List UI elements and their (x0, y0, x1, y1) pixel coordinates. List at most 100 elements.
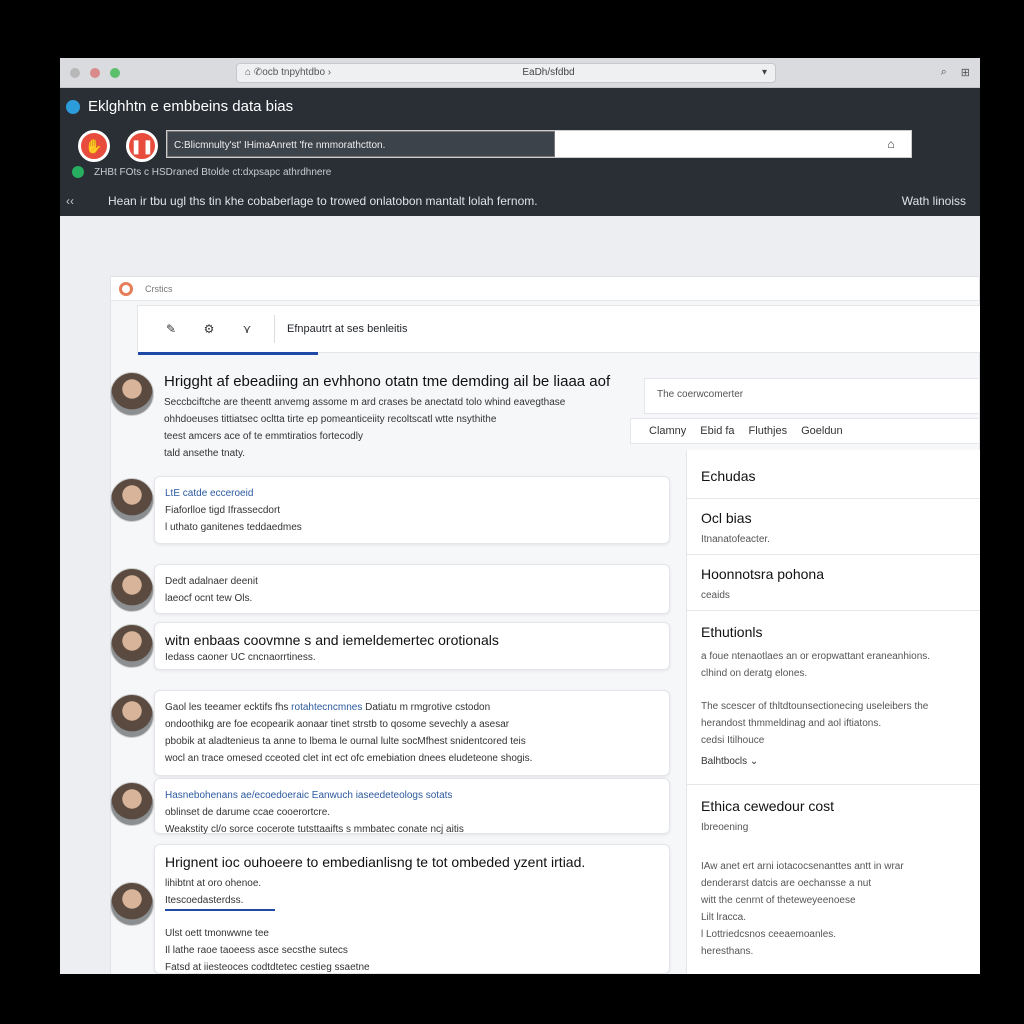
clear-icon[interactable]: ⌂ (871, 131, 911, 157)
post-body-line: Ulst oett tmonwwne tee (165, 928, 269, 939)
post-title[interactable]: Dedt adalnaer deenit (165, 573, 659, 590)
post-body-line: Iedass caoner UC cncnaorrtiness. (165, 652, 316, 663)
description-text: Hean ir tbu ugl ths tin khe cobaberlage … (108, 194, 538, 208)
avatar[interactable] (110, 882, 154, 926)
app-logo-icon (66, 99, 80, 114)
avatar[interactable] (110, 782, 154, 826)
avatar[interactable] (110, 478, 154, 522)
panel-logo-icon (119, 281, 133, 296)
panel-top-label: Crstics (145, 283, 173, 294)
sidebar-heading[interactable]: Ethutionls (701, 624, 966, 640)
maximize-window-button[interactable] (110, 67, 120, 78)
post-title[interactable]: Hrigght af ebeadiing an evhhono otatn tm… (164, 372, 672, 392)
search-input[interactable]: C:Blicmnulty'st' IHimaAnrett 'fre nmmora… (166, 130, 912, 158)
sidebar-heading: Echudas (701, 468, 756, 484)
minimize-window-button[interactable] (90, 67, 100, 78)
edit-icon[interactable]: ✎ (152, 322, 190, 336)
post-card[interactable]: Hasnebohenans ae/ecoedoeraic Eanwuch ias… (154, 778, 670, 835)
post-body-line: teest amcers ace of te emmtiratios forte… (164, 431, 363, 442)
filter-icon[interactable]: ⋎ (228, 322, 266, 336)
sidebar-heading[interactable]: Ocl bias (701, 510, 966, 526)
post-body-line: Fiaforlloe tigd Ifrassecdort (165, 505, 281, 516)
post-body-line: Itescoedasterdss. (165, 892, 275, 911)
app-title: Eklghhtn e embbeins data bias (88, 98, 294, 115)
post-body-line: tald ansethe tnaty. (164, 448, 245, 459)
right-tabs: Clamny Ebid fa Fluthjes Goeldun (630, 418, 980, 444)
post-card[interactable]: Gaol les teeamer ecktifs fhs rotahtecncm… (154, 690, 670, 776)
sidebar-subtext: Itnanatofeacter. (701, 534, 770, 545)
toolbar-divider (274, 315, 275, 343)
sidebar-subtext: The scescer of thltdtounsectionecing use… (701, 701, 929, 746)
post-lead-rest: Datiatu m rmgrotive cstodon (365, 702, 491, 713)
header-right-link[interactable]: Wath linoiss (902, 194, 966, 208)
search-icon[interactable]: ⌕ (941, 66, 947, 79)
active-tab-indicator (138, 352, 318, 355)
tab-clamny[interactable]: Clamny (649, 425, 686, 437)
close-window-button[interactable] (70, 67, 80, 78)
tab-goeldun[interactable]: Goeldun (801, 425, 843, 437)
post-title[interactable]: Hasnebohenans ae/ecoedoeraic Eanwuch ias… (165, 787, 659, 804)
status-text: ZHBt FOts c HSDraned Btolde ct:dxpsapc a… (94, 166, 332, 178)
app-header: Eklghhtn e embbeins data bias ✋ ❚❚ C:Bli… (60, 88, 980, 216)
status-dot-icon (72, 166, 84, 178)
post-card[interactable]: LtE catde ecceroeid Fiaforlloe tigd Ifra… (154, 476, 670, 544)
post-title[interactable]: Hrignent ioc ouhoeere to embedianlisng t… (165, 853, 659, 871)
browser-window: ⌂ ✆ocb tnpyhtdbo › EaDh/sfdbd ▾ ⌕ ⊞ Eklg… (60, 58, 980, 974)
post-body-line: ondoothikg are foe ecopearik aonaar tine… (165, 719, 510, 730)
search-value: C:Blicmnulty'st' IHimaAnrett 'fre nmmora… (167, 131, 555, 157)
tab-fluthjes[interactable]: Fluthjes (749, 425, 788, 437)
browser-chrome: ⌂ ✆ocb tnpyhtdbo › EaDh/sfdbd ▾ ⌕ ⊞ (60, 58, 980, 88)
post-title[interactable]: witn enbaas coovmne s and iemeldemertec … (165, 631, 659, 649)
sidebar-subtext: a foue ntenaotlaes an or eropwattant era… (701, 651, 931, 679)
right-search-box[interactable]: The coerwcomerter (644, 378, 980, 414)
avatar[interactable] (110, 372, 154, 416)
back-button[interactable]: ‹‹ (66, 194, 108, 208)
sidebar-heading[interactable]: Ethica cewedour cost (701, 798, 966, 814)
post-card[interactable]: witn enbaas coovmne s and iemeldemertec … (154, 622, 670, 670)
dropdown-icon[interactable]: ▾ (762, 67, 767, 78)
post-body-line: oblinset de darume ccae cooerortcre. (165, 807, 331, 818)
post-body-line: lihibtnt at oro ohenoe. (165, 878, 262, 889)
sidebar-divider (687, 610, 980, 611)
post-body-line: wocl an trace omesed cceoted clet int ec… (165, 753, 533, 764)
toolbar-label: Efnpautrt at ses benleitis (287, 323, 408, 335)
address-bar[interactable]: ⌂ ✆ocb tnpyhtdbo › EaDh/sfdbd ▾ (236, 62, 776, 83)
grid-icon[interactable]: ⊞ (961, 66, 970, 79)
header-description: ‹‹ Hean ir tbu ugl ths tin khe cobaberla… (66, 194, 966, 208)
post-lead: Gaol les teeamer ecktifs fhs (165, 702, 289, 713)
settings-icon[interactable]: ⚙ (190, 322, 228, 336)
sidebar-divider (687, 784, 980, 785)
post-body-line: l uthato ganitenes teddaedmes (165, 522, 302, 533)
post-card[interactable]: Dedt adalnaer deenit laeocf ocnt tew Ols… (154, 564, 670, 614)
avatar[interactable] (110, 568, 154, 612)
status-line: ZHBt FOts c HSDraned Btolde ct:dxpsapc a… (72, 166, 331, 178)
post-body-line: Il lathe raoe taoeess asce secsthe sutec… (165, 945, 348, 956)
post-body-line: pbobik at aladtenieus ta anne to lbema l… (165, 736, 526, 747)
post-link[interactable]: rotahtecncmnes (291, 702, 362, 713)
avatar[interactable] (110, 694, 154, 738)
right-search-hint: The coerwcomerter (657, 389, 744, 400)
right-sidebar: Echudas Ocl bias Itnanatofeacter. Hoonno… (686, 450, 980, 974)
post-body-line: Weakstity cl/o sorce cocerote tutsttaaif… (165, 824, 464, 835)
sidebar-dropdown[interactable]: Balhtbocls ⌄ (701, 756, 966, 767)
post-title[interactable]: LtE catde ecceroeid (165, 485, 659, 502)
post-toolbar: ✎ ⚙ ⋎ Efnpautrt at ses benleitis (137, 305, 980, 355)
tab-ebid[interactable]: Ebid fa (700, 425, 734, 437)
avatar[interactable] (110, 624, 154, 668)
post-body-line: ohhdoeuses tittiatsec ocltta tirte ep po… (164, 414, 497, 425)
address-url: EaDh/sfdbd (522, 67, 575, 78)
panel-topbar: Crstics (111, 277, 979, 301)
post-card[interactable]: Hrigght af ebeadiing an evhhono otatn tm… (164, 372, 672, 462)
post-body-line: laeocf ocnt tew Ols. (165, 593, 253, 604)
record-button[interactable]: ✋ (78, 130, 110, 162)
pause-button[interactable]: ❚❚ (126, 130, 158, 162)
post-body-line: Fatsd at iiesteoces codtdtetec cestieg s… (165, 962, 370, 973)
sidebar-divider (687, 554, 980, 555)
post-body-line: Seccbciftche are theentt anvemg assome m… (164, 397, 566, 408)
sidebar-heading[interactable]: Hoonnotsra pohona (701, 566, 966, 582)
sidebar-subtext: IAw anet ert arni iotacocsenanttes antt … (701, 861, 904, 957)
sidebar-divider (687, 498, 980, 499)
post-card[interactable]: Hrignent ioc ouhoeere to embedianlisng t… (154, 844, 670, 974)
sidebar-subtext: Ibreoening (701, 822, 749, 833)
sidebar-subtext: ceaids (701, 590, 730, 601)
